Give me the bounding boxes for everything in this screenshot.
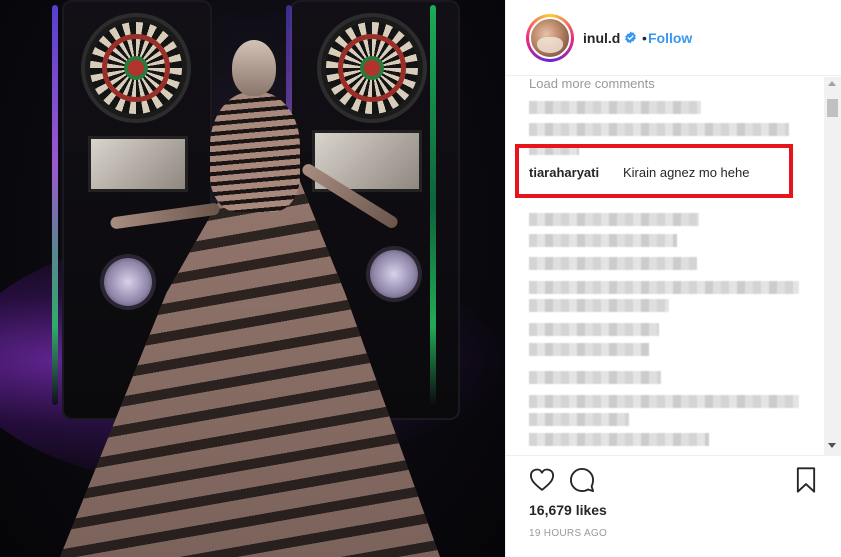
follow-button[interactable]: Follow xyxy=(648,30,692,46)
redacted-comment xyxy=(529,299,669,312)
scroll-up-arrow-icon[interactable] xyxy=(828,81,836,86)
redacted-comment xyxy=(529,433,709,446)
separator-dot: • xyxy=(642,30,647,46)
scroll-thumb[interactable] xyxy=(827,99,838,117)
redacted-comment xyxy=(529,234,677,247)
scroll-down-arrow-icon[interactable] xyxy=(828,443,836,448)
likes-count[interactable]: 16,679 likes xyxy=(529,502,607,518)
redacted-comment xyxy=(529,101,701,114)
story-ring[interactable] xyxy=(526,14,574,62)
redacted-comment xyxy=(529,123,789,136)
verified-badge-icon xyxy=(625,31,636,44)
comment-username[interactable]: tiaraharyati xyxy=(529,165,599,180)
post-side-panel: inul.d • Follow Load more comments tiara… xyxy=(505,0,841,557)
redacted-comment xyxy=(529,281,799,294)
load-more-comments-link[interactable]: Load more comments xyxy=(529,77,655,91)
head xyxy=(232,40,276,96)
comments-list[interactable]: Load more comments tiaraharyati Kirain a… xyxy=(506,77,841,455)
post-photo[interactable] xyxy=(0,0,505,557)
redacted-comment xyxy=(529,395,799,408)
post-header: inul.d • Follow xyxy=(506,0,841,76)
redacted-comment xyxy=(529,323,659,336)
comment-bubble-icon[interactable] xyxy=(568,466,596,494)
comments-scrollbar[interactable] xyxy=(824,77,841,455)
comment-text: Kirain agnez mo hehe xyxy=(623,165,750,180)
redacted-comment xyxy=(529,413,629,426)
heart-icon[interactable] xyxy=(528,466,556,494)
neon-edge-left xyxy=(52,5,58,405)
post-timestamp[interactable]: 19 HOURS AGO xyxy=(529,528,607,539)
striped-bodice xyxy=(210,92,300,212)
redacted-comment xyxy=(529,371,661,384)
redacted-comment xyxy=(529,257,697,270)
lace-gown xyxy=(60,180,440,557)
post-actions: 16,679 likes 19 HOURS AGO xyxy=(506,455,841,557)
redacted-comment xyxy=(529,343,649,356)
woman-in-gown xyxy=(60,40,440,557)
avatar[interactable] xyxy=(529,17,571,59)
username-link[interactable]: inul.d xyxy=(583,30,620,46)
redacted-comment xyxy=(529,213,699,226)
bookmark-icon[interactable] xyxy=(792,466,820,494)
left-arm xyxy=(109,202,221,230)
